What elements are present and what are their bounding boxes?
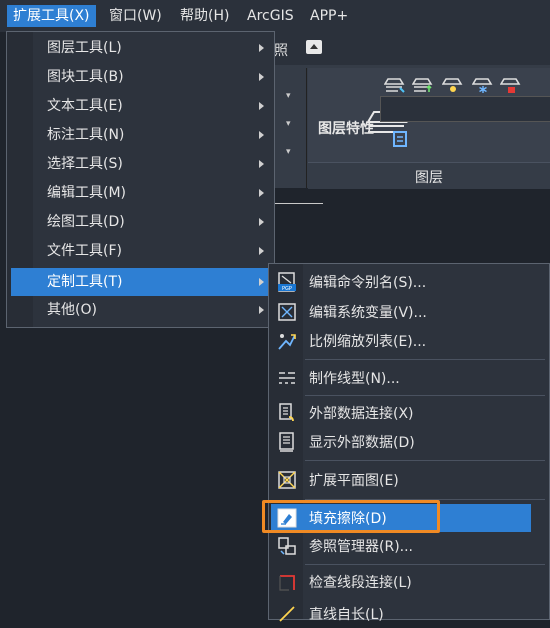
- menu-item-label: 标注工具(N): [47, 127, 125, 143]
- submenu-arrow-icon: [259, 247, 264, 255]
- submenu-item-reference-manager[interactable]: 参照管理器(R)...: [271, 532, 531, 560]
- menu-item-label: 图层工具(L): [47, 40, 122, 56]
- menu-item-layer-tools[interactable]: 图层工具(L): [11, 34, 270, 62]
- submenu-separator: [305, 395, 545, 396]
- menu-help[interactable]: 帮助(H): [174, 5, 235, 27]
- menu-item-label: 选择工具(S): [47, 156, 123, 172]
- show-data-icon: [279, 432, 294, 452]
- menu-item-custom-tools[interactable]: 定制工具(T): [11, 268, 270, 296]
- menu-item-label: 其他(O): [47, 302, 97, 318]
- menu-item-file-tools[interactable]: 文件工具(F): [11, 237, 270, 265]
- layer-panel-footer: 图层: [308, 162, 550, 189]
- submenu-item-label: 编辑命令别名(S)...: [309, 275, 427, 291]
- ribbon-panel-separator: [306, 68, 307, 188]
- submenu-item-scale-list[interactable]: 比例缩放列表(E)...: [271, 327, 531, 355]
- system-variable-icon: [278, 303, 296, 321]
- submenu-item-label: 显示外部数据(D): [309, 435, 415, 451]
- layer-properties-label[interactable]: 图层特性: [318, 118, 374, 138]
- svg-text:PGP: PGP: [282, 286, 292, 292]
- submenu-separator: [305, 460, 545, 461]
- submenu-arrow-icon: [259, 44, 264, 52]
- menu-item-edit-tools[interactable]: 编辑工具(M): [11, 179, 270, 207]
- submenu-item-line-extend[interactable]: 直线自长(L): [271, 600, 531, 628]
- check-line-icon: [279, 575, 295, 591]
- ribbon-collapse-button[interactable]: [306, 40, 322, 54]
- menu-item-label: 定制工具(T): [47, 274, 123, 290]
- submenu-item-label: 检查线段连接(L): [309, 575, 412, 591]
- extend-tools-menu: 图层工具(L) 图块工具(B) 文本工具(E) 标注工具(N) 选择工具(S) …: [6, 31, 275, 328]
- canvas-line: [275, 203, 323, 204]
- menu-item-label: 编辑工具(M): [47, 185, 127, 201]
- menu-item-label: 文件工具(F): [47, 243, 122, 259]
- submenu-item-label: 编辑系统变量(V)...: [309, 305, 427, 321]
- reference-manager-icon: [278, 537, 296, 555]
- menu-item-draw-tools[interactable]: 绘图工具(D): [11, 208, 270, 236]
- submenu-separator: [305, 359, 545, 360]
- pgp-file-icon: PGP: [278, 272, 296, 292]
- submenu-item-data-link[interactable]: 外部数据连接(X): [271, 399, 531, 427]
- menu-app-plus[interactable]: APP+: [304, 5, 354, 27]
- menu-arcgis[interactable]: ArcGIS: [241, 5, 300, 27]
- layer-freeze-icon[interactable]: [472, 76, 494, 94]
- layer-bulb-icon[interactable]: [442, 76, 464, 94]
- submenu-arrow-icon: [259, 73, 264, 81]
- submenu-arrow-icon: [259, 306, 264, 314]
- highlight-box: [262, 500, 440, 533]
- scale-list-icon: [278, 334, 296, 350]
- submenu-item-expand-plan[interactable]: 扩展平面图(E): [271, 466, 531, 494]
- submenu-item-label: 扩展平面图(E): [309, 473, 399, 489]
- menu-item-label: 文本工具(E): [47, 98, 123, 114]
- layer-previous-icon[interactable]: [412, 76, 434, 94]
- submenu-item-make-linetype[interactable]: 制作线型(N)...: [271, 364, 531, 392]
- submenu-item-show-data[interactable]: 显示外部数据(D): [271, 428, 531, 456]
- menu-item-text-tools[interactable]: 文本工具(E): [11, 92, 270, 120]
- submenu-arrow-icon: [259, 102, 264, 110]
- submenu-arrow-icon: [259, 278, 264, 286]
- line-extend-icon: [279, 606, 295, 622]
- submenu-item-label: 制作线型(N)...: [309, 371, 400, 387]
- ribbon-dropdown-arrows[interactable]: ▾ ▾ ▾: [286, 82, 291, 166]
- menu-extend-tools[interactable]: 扩展工具(X): [7, 5, 96, 27]
- menu-item-dimension-tools[interactable]: 标注工具(N): [11, 121, 270, 149]
- linetype-icon: [279, 372, 295, 384]
- submenu-arrow-icon: [259, 189, 264, 197]
- ribbon: 照 ▾ ▾ ▾ 图层特性 图层: [270, 32, 550, 189]
- ribbon-title-bar: 照: [270, 32, 550, 65]
- submenu-item-edit-alias[interactable]: PGP 编辑命令别名(S)...: [271, 268, 531, 296]
- custom-tools-submenu: PGP 编辑命令别名(S)... 编辑系统变量(V)... 比例缩放列表(E).…: [268, 263, 550, 623]
- submenu-item-label: 参照管理器(R)...: [309, 539, 414, 555]
- layer-state-icon[interactable]: [384, 76, 406, 94]
- menu-item-label: 图块工具(B): [47, 69, 124, 85]
- layer-panel-label[interactable]: 图层: [308, 167, 550, 187]
- menubar: 扩展工具(X) 窗口(W) 帮助(H) ArcGIS APP+: [0, 0, 550, 32]
- menu-item-select-tools[interactable]: 选择工具(S): [11, 150, 270, 178]
- submenu-item-check-lines[interactable]: 检查线段连接(L): [271, 568, 531, 596]
- menu-item-block-tools[interactable]: 图块工具(B): [11, 63, 270, 91]
- layer-lock-icon[interactable]: [500, 76, 522, 94]
- submenu-item-label: 比例缩放列表(E)...: [309, 334, 427, 350]
- ribbon-tab-glyph: 照: [274, 43, 288, 59]
- layer-combo[interactable]: [380, 96, 550, 122]
- menu-item-other[interactable]: 其他(O): [11, 296, 270, 324]
- submenu-arrow-icon: [259, 218, 264, 226]
- expand-plan-icon: [278, 471, 296, 489]
- submenu-item-edit-sysvar[interactable]: 编辑系统变量(V)...: [271, 298, 531, 326]
- data-link-icon: [279, 403, 294, 422]
- submenu-item-label: 直线自长(L): [309, 607, 384, 623]
- submenu-separator: [305, 564, 545, 565]
- menu-window[interactable]: 窗口(W): [103, 5, 168, 27]
- submenu-arrow-icon: [259, 160, 264, 168]
- menu-item-label: 绘图工具(D): [47, 214, 125, 230]
- submenu-item-label: 外部数据连接(X): [309, 406, 414, 422]
- submenu-arrow-icon: [259, 131, 264, 139]
